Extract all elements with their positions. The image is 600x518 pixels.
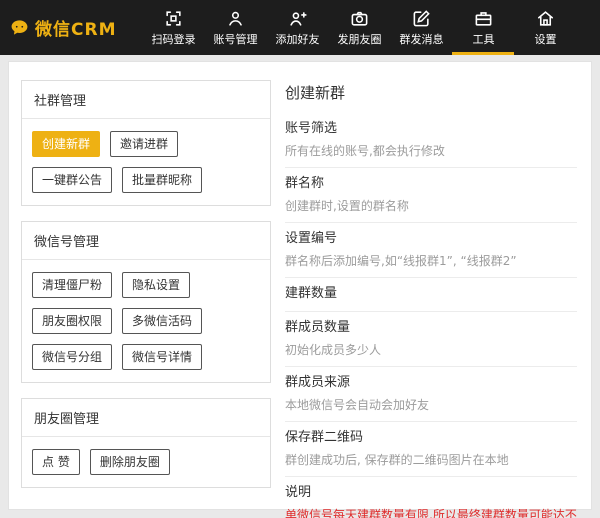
batch-group-nickname-button[interactable]: 批量群昵称 xyxy=(122,167,202,193)
field-label: 账号筛选 xyxy=(285,120,577,138)
nav-item-mass-message[interactable]: 群发消息 xyxy=(390,0,452,55)
panel-wechat-account-management: 微信号管理 清理僵尸粉 隐私设置 朋友圈权限 多微信活码 微信号分组 微信号详情 xyxy=(21,221,271,383)
panel-community-management: 社群管理 创建新群 邀请进群 一键群公告 批量群昵称 xyxy=(21,80,271,206)
create-group-form: 创建新群 账号筛选 所有在线的账号,都会执行修改 群名称 创建群时,设置的群名称… xyxy=(285,80,577,495)
field-label: 保存群二维码 xyxy=(285,429,577,447)
nav-item-label: 添加好友 xyxy=(275,31,319,47)
compose-icon xyxy=(412,9,431,28)
brand-chat-bubble-icon xyxy=(10,18,29,37)
page-content: 社群管理 创建新群 邀请进群 一键群公告 批量群昵称 微信号管理 清理僵尸粉 隐… xyxy=(8,61,592,510)
nav-item-account-management[interactable]: 账号管理 xyxy=(204,0,266,55)
field-description: 群创建成功后, 保存群的二维码图片在本地 xyxy=(285,452,577,468)
field-description: 创建群时,设置的群名称 xyxy=(285,198,577,214)
field-account-filter: 账号筛选 所有在线的账号,都会执行修改 xyxy=(285,113,577,168)
field-label: 说明 xyxy=(285,484,577,502)
group-announcement-button[interactable]: 一键群公告 xyxy=(32,167,112,193)
nav-item-scan-login[interactable]: 扫码登录 xyxy=(142,0,204,55)
nav-item-label: 发朋友圈 xyxy=(337,31,381,47)
field-label: 设置编号 xyxy=(285,230,577,248)
field-description: 群名称后添加编号,如“线报群1”, “线报群2” xyxy=(285,253,577,269)
moments-permission-button[interactable]: 朋友圈权限 xyxy=(32,308,112,334)
field-description: 所有在线的账号,都会执行修改 xyxy=(285,143,577,159)
home-icon xyxy=(536,9,555,28)
panel-title: 朋友圈管理 xyxy=(22,399,270,437)
panel-title: 社群管理 xyxy=(22,81,270,119)
nav-items: 扫码登录 账号管理 添加好友 发朋友圈 群发消息 xyxy=(142,0,576,55)
panel-moments-management: 朋友圈管理 点 赞 删除朋友圈 xyxy=(21,398,271,488)
panel-body: 清理僵尸粉 隐私设置 朋友圈权限 多微信活码 微信号分组 微信号详情 xyxy=(22,260,270,382)
field-member-count: 群成员数量 初始化成员多少人 xyxy=(285,312,577,367)
clean-zombie-fans-button[interactable]: 清理僵尸粉 xyxy=(32,272,112,298)
nav-item-label: 账号管理 xyxy=(213,31,257,47)
delete-moments-button[interactable]: 删除朋友圈 xyxy=(90,449,170,475)
add-friend-icon xyxy=(288,9,307,28)
field-note: 说明 单微信号每天建群数量有限,所以最终建群数量可能达不到设置数量 xyxy=(285,477,577,518)
field-group-name: 群名称 创建群时,设置的群名称 xyxy=(285,168,577,223)
page-title: 创建新群 xyxy=(285,82,577,103)
nav-item-post-moments[interactable]: 发朋友圈 xyxy=(328,0,390,55)
field-label: 群成员来源 xyxy=(285,374,577,392)
camera-icon xyxy=(350,9,369,28)
nav-item-label: 群发消息 xyxy=(399,31,443,47)
toolbox-icon xyxy=(474,9,493,28)
sidebar: 社群管理 创建新群 邀请进群 一键群公告 批量群昵称 微信号管理 清理僵尸粉 隐… xyxy=(21,80,271,495)
nav-item-add-friends[interactable]: 添加好友 xyxy=(266,0,328,55)
field-save-qrcode: 保存群二维码 群创建成功后, 保存群的二维码图片在本地 xyxy=(285,422,577,477)
nav-item-settings[interactable]: 设置 xyxy=(514,0,576,55)
field-description: 初始化成员多少人 xyxy=(285,342,577,358)
field-group-count: 建群数量 xyxy=(285,278,577,312)
field-label: 建群数量 xyxy=(285,285,577,303)
brand[interactable]: 微信CRM xyxy=(10,0,116,55)
wechat-grouping-button[interactable]: 微信号分组 xyxy=(32,344,112,370)
panel-body: 点 赞 删除朋友圈 xyxy=(22,437,270,487)
brand-name: 微信CRM xyxy=(35,15,116,40)
nav-item-label: 扫码登录 xyxy=(151,31,195,47)
nav-item-tools[interactable]: 工具 xyxy=(452,0,514,55)
like-button[interactable]: 点 赞 xyxy=(32,449,80,475)
field-label: 群名称 xyxy=(285,175,577,193)
create-group-button[interactable]: 创建新群 xyxy=(32,131,100,157)
field-description: 本地微信号会自动会加好友 xyxy=(285,397,577,413)
invite-to-group-button[interactable]: 邀请进群 xyxy=(110,131,178,157)
panel-title: 微信号管理 xyxy=(22,222,270,260)
top-nav: 微信CRM 扫码登录 账号管理 添加好友 发朋友圈 xyxy=(0,0,600,55)
nav-item-label: 工具 xyxy=(472,31,494,47)
field-member-source: 群成员来源 本地微信号会自动会加好友 xyxy=(285,367,577,422)
wechat-details-button[interactable]: 微信号详情 xyxy=(122,344,202,370)
user-icon xyxy=(226,9,245,28)
warning-text: 单微信号每天建群数量有限,所以最终建群数量可能达不到设置数量 xyxy=(285,507,577,518)
multi-wechat-livecode-button[interactable]: 多微信活码 xyxy=(122,308,202,334)
field-label: 群成员数量 xyxy=(285,319,577,337)
panel-body: 创建新群 邀请进群 一键群公告 批量群昵称 xyxy=(22,119,270,205)
nav-item-label: 设置 xyxy=(534,31,556,47)
qr-scan-icon xyxy=(164,9,183,28)
privacy-settings-button[interactable]: 隐私设置 xyxy=(122,272,190,298)
field-set-number: 设置编号 群名称后添加编号,如“线报群1”, “线报群2” xyxy=(285,223,577,278)
